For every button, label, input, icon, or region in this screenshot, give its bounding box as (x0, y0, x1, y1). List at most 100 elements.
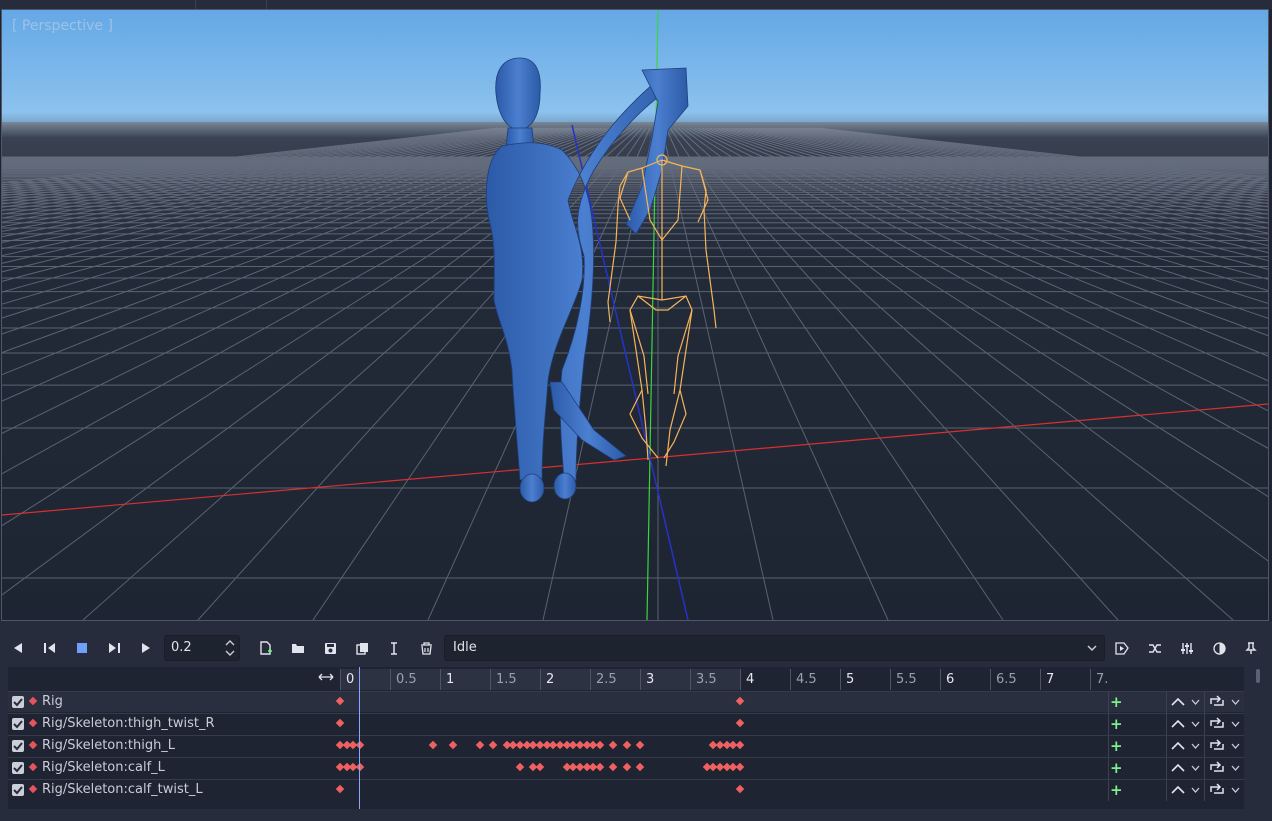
viewport-perspective-label[interactable]: [ Perspective ] (12, 18, 113, 34)
3d-viewport[interactable]: [ Perspective ] (1, 9, 1269, 621)
keyframe[interactable] (475, 740, 485, 750)
blend-times-button[interactable] (1143, 636, 1167, 660)
keyframe[interactable] (635, 740, 645, 750)
insert-key-button[interactable]: + (1110, 693, 1123, 711)
save-animation-button[interactable] (318, 636, 342, 660)
track-enable-checkbox[interactable] (12, 718, 24, 730)
interpolation-mode-button[interactable] (1170, 739, 1202, 757)
keyframe[interactable] (448, 740, 458, 750)
ruler-tick-label: 7. (1096, 672, 1109, 687)
ruler-tick-label: 2.5 (596, 672, 617, 687)
animation-select[interactable]: Idle (444, 635, 1105, 661)
play-backwards-button[interactable] (6, 636, 30, 660)
loop-mode-button[interactable] (1208, 783, 1242, 801)
spin-arrows-icon[interactable] (224, 638, 236, 658)
play-button[interactable] (134, 636, 158, 660)
new-animation-button[interactable] (254, 636, 278, 660)
delete-icon (420, 641, 432, 655)
duplicate-animation-button[interactable] (350, 636, 374, 660)
keyframe[interactable] (735, 696, 745, 706)
track-separator (1108, 780, 1109, 801)
insert-key-button[interactable]: + (1110, 759, 1123, 777)
keyframe[interactable] (622, 740, 632, 750)
track-enable-checkbox[interactable] (12, 696, 24, 708)
track-separator (1204, 736, 1205, 757)
stop-button[interactable] (70, 636, 94, 660)
keyframe[interactable] (735, 784, 745, 794)
insert-key-button[interactable]: + (1110, 737, 1123, 755)
loop-mode-button[interactable] (1208, 739, 1242, 757)
ruler-tick-label: 2 (546, 672, 555, 687)
rename-animation-button[interactable] (382, 636, 406, 660)
track-row[interactable]: Rig + (8, 691, 1244, 713)
keyframe[interactable] (355, 762, 365, 772)
keyframe[interactable] (335, 784, 345, 794)
keyframe[interactable] (355, 740, 365, 750)
keyframe[interactable] (488, 740, 498, 750)
onion-skinning-button[interactable] (1207, 636, 1231, 660)
keyframe[interactable] (735, 740, 745, 750)
playhead-cursor[interactable] (359, 667, 360, 809)
track-type-icon (28, 740, 38, 750)
track-row[interactable]: Rig/Skeleton:calf_L + (8, 757, 1244, 779)
keyframe[interactable] (535, 762, 545, 772)
keyframe[interactable] (735, 718, 745, 728)
interpolation-mode-button[interactable] (1170, 761, 1202, 779)
animation-step-spinbox[interactable]: 0.2 (164, 635, 240, 661)
interpolation-mode-button[interactable] (1170, 695, 1202, 713)
open-icon (292, 644, 304, 653)
interpolation-mode-button[interactable] (1170, 783, 1202, 801)
pin-button[interactable] (1239, 636, 1263, 660)
keyframe[interactable] (608, 740, 618, 750)
open-animation-button[interactable] (286, 636, 310, 660)
track-row[interactable]: Rig/Skeleton:thigh_L + (8, 735, 1244, 757)
track-name[interactable]: Rig/Skeleton:thigh_L (42, 738, 175, 753)
keyframe[interactable] (335, 696, 345, 706)
keyframe[interactable] (428, 740, 438, 750)
insert-key-button[interactable]: + (1110, 781, 1123, 799)
keyframe[interactable] (635, 762, 645, 772)
timeline-vertical-scrollbar[interactable] (1254, 667, 1262, 809)
track-name[interactable]: Rig/Skeleton:calf_L (42, 760, 165, 775)
track-enable-checkbox[interactable] (12, 740, 24, 752)
track-separator (1166, 758, 1167, 779)
animation-step-value[interactable]: 0.2 (171, 640, 192, 655)
track-row[interactable]: Rig/Skeleton:thigh_twist_R + (8, 713, 1244, 735)
loop-mode-button[interactable] (1208, 695, 1242, 713)
delete-animation-button[interactable] (414, 636, 438, 660)
track-enable-checkbox[interactable] (12, 784, 24, 796)
insert-key-button[interactable]: + (1110, 715, 1123, 733)
keyframe[interactable] (608, 762, 618, 772)
ruler-tick-label: 5 (846, 672, 855, 687)
interpolation-mode-button[interactable] (1170, 717, 1202, 735)
track-enable-checkbox[interactable] (12, 762, 24, 774)
step-forward-button[interactable] (102, 636, 126, 660)
keyframe[interactable] (595, 740, 605, 750)
track-name[interactable]: Rig/Skeleton:thigh_twist_R (42, 716, 215, 731)
track-row[interactable]: Rig/Skeleton:calf_twist_L + (8, 779, 1244, 801)
pin-icon (1245, 641, 1257, 654)
edit-icon (1181, 642, 1193, 654)
step-back-button[interactable] (38, 636, 62, 660)
ruler-tick-line (390, 669, 391, 690)
ruler-tick-label: 3 (646, 672, 655, 687)
animation-tools-button[interactable] (1175, 636, 1199, 660)
scrollbar-thumb[interactable] (1256, 669, 1260, 683)
autoplay-button[interactable] (1110, 636, 1134, 660)
keyframe[interactable] (515, 762, 525, 772)
keyframe[interactable] (735, 762, 745, 772)
track-name[interactable]: Rig/Skeleton:calf_twist_L (42, 782, 203, 797)
loop-mode-button[interactable] (1208, 761, 1242, 779)
keyframe[interactable] (335, 718, 345, 728)
track-name[interactable]: Rig (42, 694, 63, 709)
timeline-ruler[interactable]: 0 0.5 1 1.5 2 2.5 3 3.5 4 4.5 5 5.5 6 6.5 7 7. (8, 667, 1244, 691)
animation-panel: 0.2 Idle 0 0.5 1 1.5 2 2.5 3 3.5 4 4.5 5… (0, 621, 1272, 821)
keyframe[interactable] (595, 762, 605, 772)
loop-mode-button[interactable] (1208, 717, 1242, 735)
ruler-tick-line (840, 669, 841, 690)
animation-track-editor[interactable]: 0 0.5 1 1.5 2 2.5 3 3.5 4 4.5 5 5.5 6 6.5 7 7. Rig + Rig/… (8, 667, 1244, 809)
check-icon (13, 698, 23, 707)
keyframe[interactable] (622, 762, 632, 772)
zoom-icon[interactable] (318, 670, 334, 688)
check-icon (13, 786, 23, 795)
